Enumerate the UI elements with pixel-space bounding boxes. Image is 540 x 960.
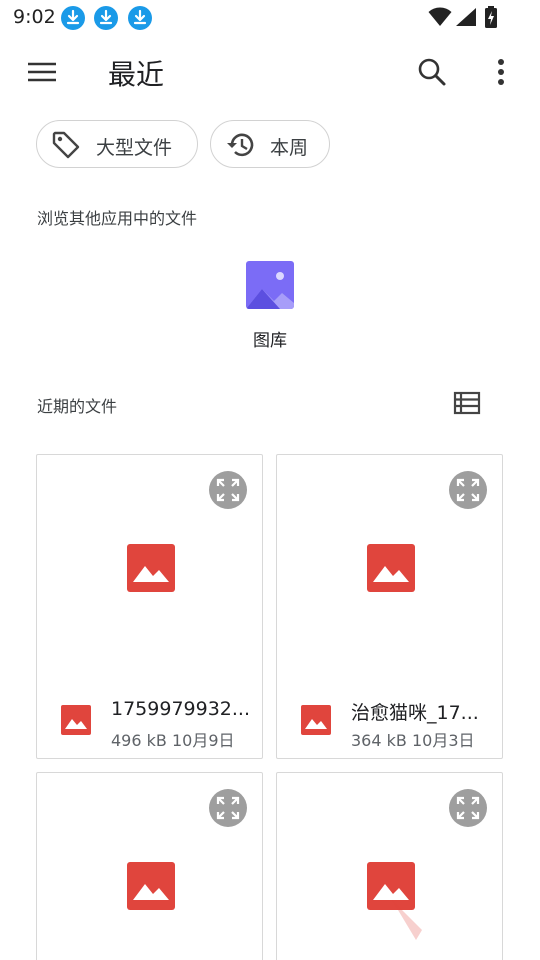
file-date: 10月9日	[171, 731, 235, 750]
image-thumbnail-icon	[127, 862, 175, 910]
top-app-bar: 最近	[0, 36, 540, 108]
expand-preview-button[interactable]	[449, 471, 487, 509]
chip-large-files[interactable]: 大型文件	[36, 120, 198, 168]
status-time: 9:02	[13, 6, 56, 28]
file-size: 496 kB	[111, 731, 167, 750]
expand-preview-button[interactable]	[449, 789, 487, 827]
file-meta: 364 kB 10月3日	[351, 727, 475, 751]
file-meta: 496 kB 10月9日	[111, 727, 235, 751]
chip-this-week-label: 本周	[270, 137, 309, 159]
search-icon	[418, 58, 446, 86]
history-icon	[227, 133, 254, 157]
expand-icon	[456, 796, 480, 820]
status-bar: 9:02	[0, 0, 540, 36]
expand-preview-button[interactable]	[209, 789, 247, 827]
page-title: 最近	[108, 58, 165, 91]
more-options-button[interactable]	[484, 52, 518, 92]
file-size: 364 kB	[351, 731, 407, 750]
file-card[interactable]	[36, 772, 263, 960]
expand-icon	[216, 796, 240, 820]
battery-charging-icon	[484, 6, 498, 32]
menu-icon	[28, 62, 56, 82]
download-icon	[61, 6, 85, 30]
gallery-app-shortcut[interactable]: 图库	[230, 258, 310, 354]
file-card[interactable]: 治愈猫咪_17... 364 kB 10月3日	[276, 454, 503, 759]
file-card[interactable]: 1759979932... 496 kB 10月9日	[36, 454, 263, 759]
image-file-icon	[61, 705, 91, 735]
file-name: 治愈猫咪_17...	[351, 702, 479, 724]
list-view-icon	[453, 391, 481, 415]
image-file-icon	[301, 705, 331, 735]
tag-icon	[52, 131, 80, 159]
more-vert-icon	[498, 59, 504, 85]
file-date: 10月3日	[411, 731, 475, 750]
chip-large-files-label: 大型文件	[96, 137, 173, 159]
corner-swipe-indicator	[392, 900, 422, 940]
file-card[interactable]	[276, 772, 503, 960]
files-app-screen: 9:02 最近 大型文件 本周 浏览其他应用中的文件 图库 近期的文件 1759…	[0, 0, 540, 960]
gallery-app-label: 图库	[253, 331, 287, 351]
recent-section-title: 近期的文件	[37, 397, 118, 416]
browse-section-title: 浏览其他应用中的文件	[37, 209, 198, 228]
expand-preview-button[interactable]	[209, 471, 247, 509]
chip-this-week[interactable]: 本周	[210, 120, 330, 168]
download-icon	[128, 6, 152, 30]
file-name: 1759979932...	[111, 698, 251, 720]
expand-icon	[216, 478, 240, 502]
menu-button[interactable]	[22, 54, 62, 90]
list-view-toggle[interactable]	[452, 389, 482, 417]
image-thumbnail-icon	[367, 544, 415, 592]
download-icon	[94, 6, 118, 30]
search-button[interactable]	[412, 52, 452, 92]
expand-icon	[456, 478, 480, 502]
image-thumbnail-icon	[127, 544, 175, 592]
signal-icon	[455, 7, 477, 31]
gallery-icon	[246, 261, 294, 309]
wifi-icon	[428, 7, 452, 31]
